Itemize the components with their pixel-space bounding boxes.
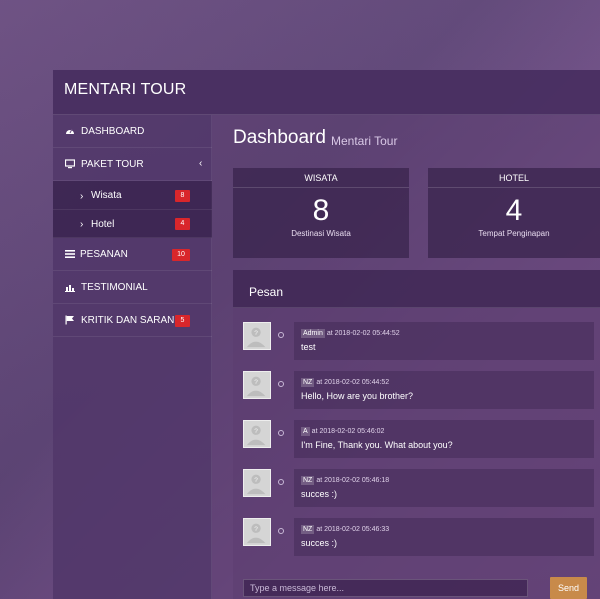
sidebar-item-label: TESTIMONIAL (81, 282, 148, 293)
avatar: ? (243, 420, 271, 448)
stat-value: 8 (312, 194, 330, 227)
dashboard-icon (66, 128, 74, 134)
chat-message: ? Admin at 2018-02-02 05:44:52 test (243, 322, 594, 362)
sender-tag: A (301, 427, 310, 436)
chat-composer: Send (243, 575, 590, 599)
chat-message: ? NZ at 2018-02-02 05:46:18 succes :) (243, 469, 594, 509)
flag-icon (65, 315, 74, 325)
chat-message: ? NZ at 2018-02-02 05:46:33 succes :) (243, 518, 594, 558)
sidebar-item-label: DASHBOARD (81, 126, 145, 137)
message-input[interactable] (243, 579, 528, 597)
chevron-right-icon: › (80, 219, 84, 230)
svg-text:?: ? (254, 477, 258, 484)
sender-tag: NZ (301, 476, 315, 485)
chat-title: Pesan (249, 285, 284, 299)
stat-caption: Tempat Penginapan (478, 229, 550, 238)
status-dot-icon (278, 430, 284, 436)
stat-title: HOTEL (428, 168, 600, 188)
sidebar-item-hotel[interactable]: › Hotel 4 (53, 210, 212, 238)
sender-tag: Admin (301, 329, 325, 338)
brand-title[interactable]: MENTARI TOUR (64, 81, 186, 99)
page-title: Dashboard (233, 127, 326, 148)
stat-caption: Destinasi Wisata (291, 229, 351, 238)
message-bubble: Admin at 2018-02-02 05:44:52 test (294, 322, 594, 360)
count-badge: 10 (172, 249, 190, 261)
chat-panel: Pesan ? Admin at 2018-02-02 05:44:52 test… (233, 270, 600, 599)
count-badge: 5 (175, 315, 190, 327)
stat-value: 4 (505, 194, 523, 227)
message-bubble: NZ at 2018-02-02 05:46:18 succes :) (294, 469, 594, 507)
message-meta: Aat 2018-02-02 05:46:02 (301, 427, 384, 436)
status-dot-icon (278, 381, 284, 387)
svg-text:?: ? (254, 428, 258, 435)
chevron-right-icon: › (80, 191, 84, 202)
stat-title: WISATA (233, 168, 409, 188)
message-text: succes :) (301, 489, 338, 499)
avatar: ? (243, 469, 271, 497)
sender-tag: NZ (301, 525, 315, 534)
svg-text:?: ? (254, 330, 258, 337)
message-time: at 2018-02-02 05:46:33 (316, 526, 390, 533)
sidebar-item-label: Hotel (91, 219, 115, 230)
sidebar-item-pesanan[interactable]: PESANAN 10 (53, 238, 212, 271)
sidebar-item-kritik-dan-saran[interactable]: KRITIK DAN SARAN 5 (53, 304, 212, 337)
avatar: ? (243, 518, 271, 546)
chat-message: ? NZ at 2018-02-02 05:44:52 Hello, How ar… (243, 371, 594, 411)
avatar: ? (243, 371, 271, 399)
main-content: Dashboard Mentari Tour WISATA 8 Destinas… (213, 115, 600, 599)
message-meta: NZ at 2018-02-02 05:46:18 (301, 476, 389, 485)
sidebar: DASHBOARD PAKET TOUR ‹ › Wisata 8 › Hote… (53, 115, 212, 599)
message-bubble: NZ at 2018-02-02 05:46:33 succes :) (294, 518, 594, 556)
list-icon (65, 250, 75, 258)
message-text: I'm Fine, Thank you. What about you? (301, 440, 453, 450)
message-meta: Admin at 2018-02-02 05:44:52 (301, 329, 400, 338)
sidebar-item-label: PESANAN (80, 249, 128, 260)
chart-icon (65, 285, 75, 292)
page-subtitle: Mentari Tour (331, 134, 398, 148)
svg-text:?: ? (254, 379, 258, 386)
message-text: Hello, How are you brother? (301, 391, 414, 401)
message-time: at 2018-02-02 05:44:52 (326, 330, 400, 337)
sidebar-item-label: PAKET TOUR (81, 159, 144, 170)
sidebar-item-label: Wisata (91, 190, 122, 201)
sidebar-item-dashboard[interactable]: DASHBOARD (53, 115, 212, 148)
message-text: test (301, 342, 316, 352)
svg-text:?: ? (254, 526, 258, 533)
message-time: at 2018-02-02 05:44:52 (316, 379, 390, 386)
send-button[interactable]: Send (550, 577, 587, 599)
status-dot-icon (278, 528, 284, 534)
monitor-icon (65, 159, 75, 169)
chat-message: ? Aat 2018-02-02 05:46:02 I'm Fine, Than… (243, 420, 594, 460)
message-meta: NZ at 2018-02-02 05:44:52 (301, 378, 389, 387)
message-time: at 2018-02-02 05:46:02 (311, 428, 385, 435)
message-time: at 2018-02-02 05:46:18 (316, 477, 390, 484)
sidebar-item-wisata[interactable]: › Wisata 8 (53, 181, 212, 210)
count-badge: 8 (175, 190, 190, 202)
top-navbar: MENTARI TOUR (53, 70, 600, 115)
stat-card-hotel[interactable]: HOTEL 4 Tempat Penginapan (428, 168, 600, 258)
status-dot-icon (278, 479, 284, 485)
message-bubble: Aat 2018-02-02 05:46:02 I'm Fine, Thank … (294, 420, 594, 458)
count-badge: 4 (175, 218, 190, 230)
sender-tag: NZ (301, 378, 315, 387)
message-meta: NZ at 2018-02-02 05:46:33 (301, 525, 389, 534)
admin-window: MENTARI TOUR DASHBOARD PAKET TOUR ‹ › Wi… (53, 70, 600, 599)
chevron-left-icon[interactable]: ‹ (199, 158, 202, 169)
message-bubble: NZ at 2018-02-02 05:44:52 Hello, How are … (294, 371, 594, 409)
status-dot-icon (278, 332, 284, 338)
sidebar-item-testimonial[interactable]: TESTIMONIAL (53, 271, 212, 304)
sidebar-item-paket-tour[interactable]: PAKET TOUR ‹ (53, 148, 212, 181)
chat-header: Pesan (233, 270, 600, 308)
avatar: ? (243, 322, 271, 350)
stat-card-wisata[interactable]: WISATA 8 Destinasi Wisata (233, 168, 409, 258)
sidebar-item-label: KRITIK DAN SARAN (81, 315, 175, 326)
message-text: succes :) (301, 538, 338, 548)
